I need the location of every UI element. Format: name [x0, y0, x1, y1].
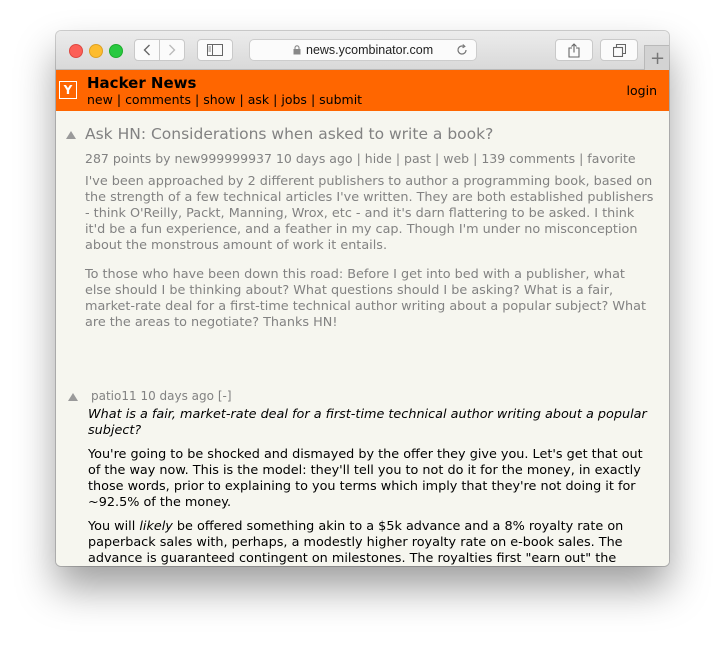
new-tab-button[interactable]: + [644, 45, 669, 70]
nav-show[interactable]: show [203, 92, 235, 107]
comment-body: What is a fair, market-rate deal for a f… [88, 407, 669, 566]
chevron-right-icon [169, 44, 176, 56]
page-content: Ask HN: Considerations when asked to wri… [56, 111, 669, 566]
nav-separator: | [273, 92, 278, 107]
web-link[interactable]: web [443, 151, 469, 166]
story-points: 287 points [85, 151, 152, 166]
browser-window: news.ycombinator.com + Y Hacker News new… [56, 31, 669, 566]
story-author[interactable]: new999999937 [175, 151, 272, 166]
close-window-button[interactable] [69, 44, 83, 58]
subtext-separator: | [579, 151, 584, 166]
login-link[interactable]: login [627, 83, 657, 98]
comment-paragraph: You're going to be shocked and dismayed … [88, 447, 643, 510]
past-link[interactable]: past [404, 151, 431, 166]
story-text: I've been approached by 2 different publ… [85, 174, 669, 344]
url-text: news.ycombinator.com [306, 43, 434, 57]
comment-text: You will [88, 519, 140, 534]
sidebar-icon [207, 44, 223, 56]
y-logo-icon: Y [63, 83, 73, 97]
comment-upvote-arrow-icon[interactable] [68, 393, 78, 401]
forward-button[interactable] [159, 39, 185, 61]
nav-separator: | [239, 92, 244, 107]
top-nav: new | comments | show | ask | jobs | submit [87, 92, 362, 107]
chevron-left-icon [143, 44, 150, 56]
sidebar-toggle-button[interactable] [197, 39, 233, 61]
story-title[interactable]: Ask HN: Considerations when asked to wri… [85, 125, 493, 143]
reload-icon[interactable] [455, 43, 469, 57]
zoom-window-button[interactable] [109, 44, 123, 58]
comment-paragraph: You will likely be offered something aki… [88, 519, 669, 566]
nav-new[interactable]: new [87, 92, 113, 107]
hn-logo[interactable]: Y [59, 81, 77, 99]
story-age[interactable]: 10 days ago [276, 151, 353, 166]
nav-ask[interactable]: ask [248, 92, 269, 107]
comments-link[interactable]: 139 comments [481, 151, 575, 166]
story-paragraph: I've been approached by 2 different publ… [85, 174, 654, 253]
nav-separator: | [116, 92, 122, 107]
subtext-separator: | [435, 151, 440, 166]
subtext-separator: | [395, 151, 401, 166]
nav-separator: | [310, 92, 316, 107]
by-label: by [155, 151, 171, 166]
story-paragraph: To those who have been down this road: B… [85, 267, 647, 330]
lock-icon [293, 45, 301, 55]
subtext-separator: | [473, 151, 478, 166]
nav-comments[interactable]: comments [125, 92, 191, 107]
comment-quote: What is a fair, market-rate deal for a f… [88, 407, 647, 438]
share-button[interactable] [555, 39, 593, 61]
nav-separator: | [194, 92, 200, 107]
share-icon [568, 42, 580, 58]
tabs-overview-icon [612, 43, 626, 57]
nav-jobs[interactable]: jobs [281, 92, 307, 107]
story-subtext: 287 points by new999999937 10 days ago | h… [85, 151, 636, 166]
hide-link[interactable]: hide [365, 151, 392, 166]
plus-icon: + [649, 47, 666, 69]
collapse-toggle[interactable]: [-] [218, 389, 232, 403]
address-bar[interactable]: news.ycombinator.com [249, 39, 477, 61]
favorite-link[interactable]: favorite [587, 151, 635, 166]
minimize-window-button[interactable] [89, 44, 103, 58]
back-button[interactable] [134, 39, 160, 61]
nav-submit[interactable]: submit [319, 92, 362, 107]
comment-header: patio11 10 days ago [-] [91, 389, 232, 403]
upvote-arrow-icon[interactable] [66, 131, 76, 139]
show-tabs-button[interactable] [600, 39, 638, 61]
comment-age[interactable]: 10 days ago [140, 389, 214, 403]
comment-emphasis: likely [139, 519, 173, 534]
site-title[interactable]: Hacker News [87, 74, 196, 92]
hn-header: Y Hacker News new | comments | show | ask | jobs… [56, 70, 669, 111]
comment-author[interactable]: patio11 [91, 389, 137, 403]
subtext-separator: | [356, 151, 361, 166]
browser-toolbar: news.ycombinator.com + [56, 31, 669, 70]
